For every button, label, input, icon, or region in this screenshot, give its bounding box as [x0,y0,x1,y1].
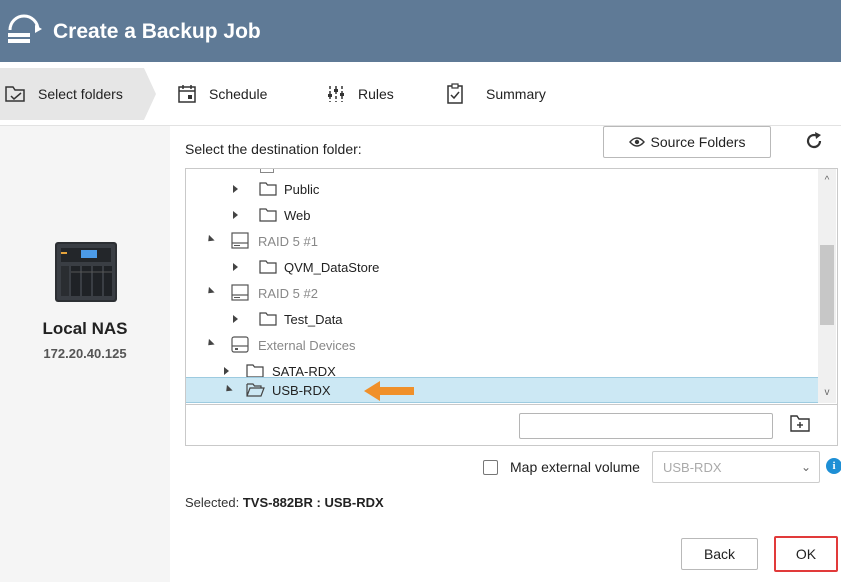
new-folder-bar [185,404,838,446]
wizard-steps: Select folders Schedule Rules Summary [0,62,841,126]
expand-arrow-icon [224,367,229,375]
expand-arrow-icon [233,263,238,271]
source-device-ip: 172.20.40.125 [43,346,127,361]
step-rules[interactable]: Rules [326,68,394,120]
new-folder-input[interactable] [519,413,773,439]
scroll-up-icon[interactable]: ^ [818,171,836,189]
tree-item-web[interactable]: Web [186,202,819,228]
sliders-icon [328,86,344,102]
scrollbar-thumb[interactable] [820,245,834,325]
folder-icon [259,260,277,274]
tree-item-label: Test_Data [284,311,343,327]
folder-icon [259,312,277,326]
step-label: Summary [486,86,546,102]
expand-arrow-icon [233,315,238,323]
expand-arrow-icon [233,211,238,219]
tree-item-label: USB-RDX [272,382,331,398]
expand-arrow-icon [233,185,238,193]
back-button-label: Back [703,546,736,562]
eye-icon [628,137,645,147]
tree-scrollbar[interactable]: ^ v [818,169,836,403]
tree-item-label: Web [284,207,311,223]
refresh-icon[interactable] [802,128,826,154]
tree-item-raid5-1[interactable]: RAID 5 #1 [186,228,819,254]
window-title: Create a Backup Job [53,20,261,43]
map-external-label: Map external volume [510,459,640,475]
map-external-select[interactable]: USB-RDX ⌄ [652,451,820,483]
map-external-selected-value: USB-RDX [663,459,722,475]
ok-button-label: OK [795,546,817,562]
selected-value: TVS-882BR : USB-RDX [242,495,384,510]
collapse-arrow-icon [205,338,215,349]
tree-item-raid5-2[interactable]: RAID 5 #2 [186,280,819,306]
tree-item-public[interactable]: Public [186,176,819,202]
nas-device-icon [55,242,117,302]
collapse-arrow-icon [205,286,215,297]
back-button[interactable]: Back [681,538,758,570]
selected-destination: Selected: TVS-882BR : USB-RDX [185,495,384,510]
chevron-down-icon: ⌄ [800,460,811,474]
clipboard-icon [447,83,463,104]
step-summary[interactable]: Summary [446,68,546,120]
add-folder-icon[interactable] [790,414,810,432]
step-label: Select folders [38,86,123,102]
tree-item-test-data[interactable]: Test_Data [186,306,819,332]
info-icon[interactable]: i [826,458,841,474]
folder-icon [246,364,264,378]
destination-label: Select the destination folder: [185,141,362,157]
tree-item-label: RAID 5 #2 [258,285,318,301]
folder-icon [260,169,274,173]
tree-item-external-devices[interactable]: External Devices [186,332,819,358]
source-folders-button[interactable]: Source Folders [603,126,771,158]
tree-item-label: External Devices [258,337,356,353]
tree-item-qvm-datastore[interactable]: QVM_DataStore [186,254,819,280]
collapse-arrow-icon [223,384,233,395]
scroll-down-icon[interactable]: v [818,383,836,401]
open-folder-icon [246,383,265,397]
ok-button[interactable]: OK [774,536,838,572]
folder-check-icon [5,86,25,102]
step-label: Rules [358,86,394,102]
step-select-folders[interactable]: Select folders [4,68,123,120]
folder-icon [259,182,277,196]
source-folders-label: Source Folders [650,134,746,150]
folder-icon [259,208,277,222]
step-label: Schedule [209,86,268,102]
title-bar: Create a Backup Job [0,0,841,62]
tree-item-label: QVM_DataStore [284,259,380,275]
source-device-name: Local NAS [42,319,128,338]
backup-logo-icon [8,14,42,43]
arrow-left-icon [364,381,414,401]
tree-item-label: RAID 5 #1 [258,233,318,249]
external-drive-icon [231,336,249,353]
collapse-arrow-icon [205,234,215,245]
tree-item-label: Public [284,181,320,197]
step-schedule[interactable]: Schedule [177,68,267,120]
tree-item-usb-rdx[interactable]: USB-RDX [186,377,819,403]
selected-prefix: Selected: [185,495,240,510]
hard-drive-icon [231,284,249,301]
hard-drive-icon [231,232,249,249]
map-external-checkbox[interactable] [483,460,498,475]
calendar-icon [178,85,196,103]
source-device-panel: Local NAS 172.20.40.125 [0,126,170,582]
folder-tree[interactable]: Public Web RAID 5 #1 QVM_DataStore RAID … [185,168,838,404]
